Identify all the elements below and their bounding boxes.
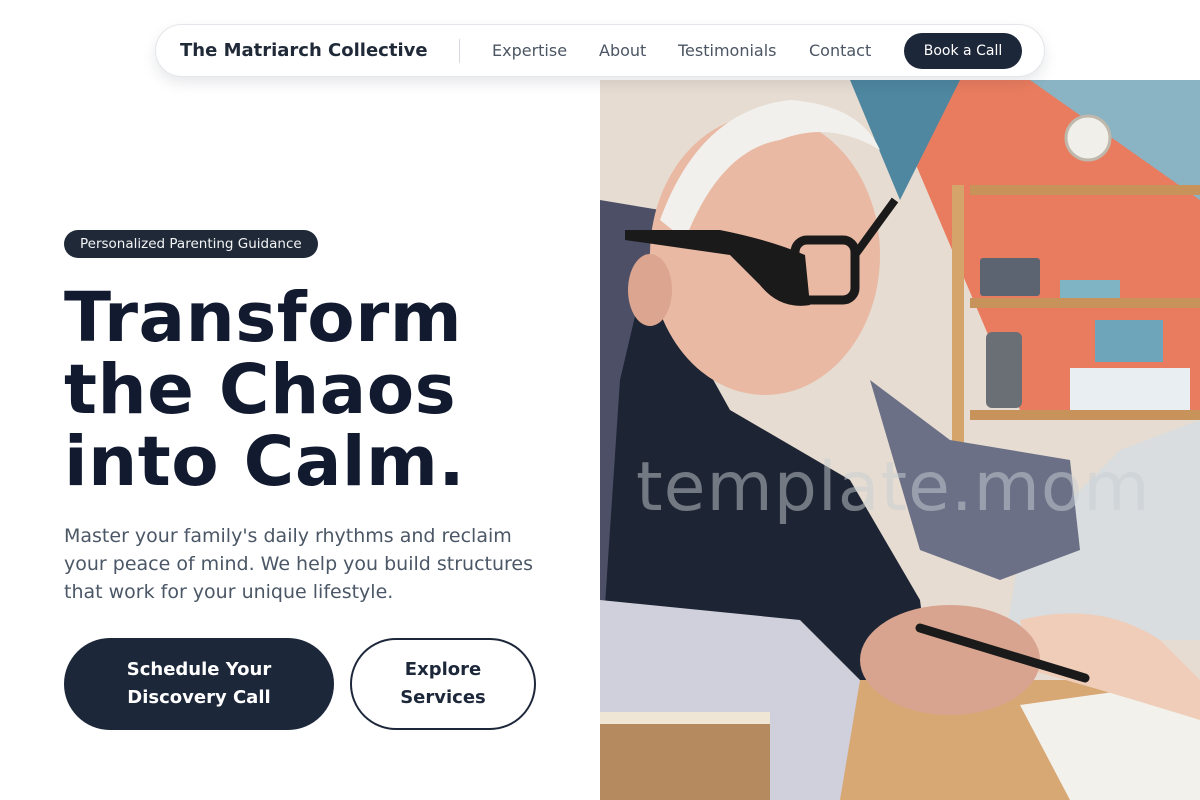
top-navigation: The Matriarch Collective Expertise About… [155,24,1045,77]
nav-divider [459,39,460,63]
nav-link-expertise[interactable]: Expertise [492,25,567,76]
nav-link-about[interactable]: About [599,25,646,76]
hero-headline: Transform the Chaos into Calm. [64,282,584,498]
hero-photo [600,80,1200,800]
brand-logo-text[interactable]: The Matriarch Collective [180,25,428,76]
headline-line-1: Transform [64,278,463,358]
nav-link-testimonials[interactable]: Testimonials [678,25,777,76]
schedule-discovery-call-button[interactable]: Schedule Your Discovery Call [64,638,334,730]
hero-badge: Personalized Parenting Guidance [64,230,318,258]
headline-line-2: the Chaos [64,350,457,430]
photo-grandfather-helping-child-icon [600,80,1200,800]
hero-subtext: Master your family's daily rhythms and r… [64,525,533,603]
explore-services-button[interactable]: Explore Services [350,638,536,730]
book-a-call-button[interactable]: Book a Call [904,33,1022,69]
nav-link-contact[interactable]: Contact [809,25,871,76]
headline-line-3: into Calm. [64,422,466,502]
